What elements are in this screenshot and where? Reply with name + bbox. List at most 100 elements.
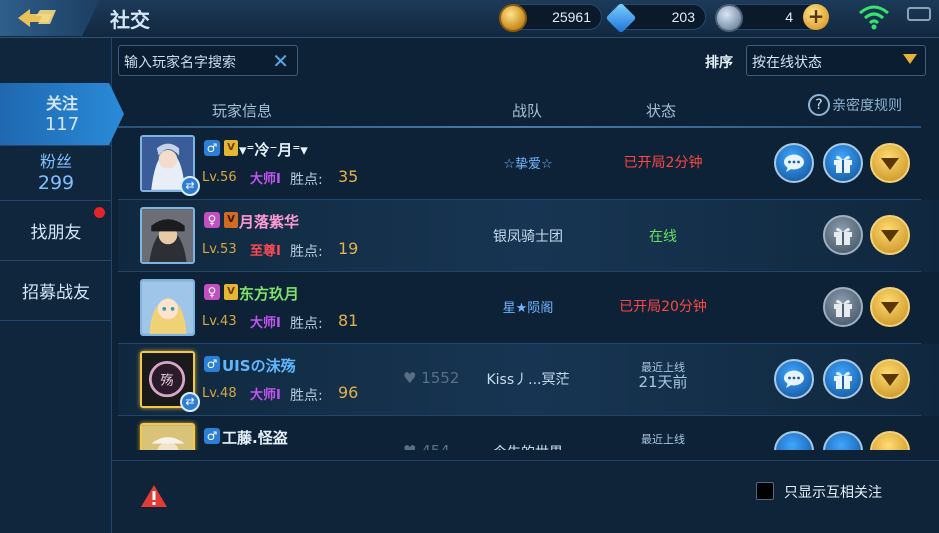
mutual-only-label: 只显示互相关注 <box>784 485 882 501</box>
player-name: ▾⁼冷⁻月⁼▾ <box>239 141 308 159</box>
player-rank: 大师I <box>250 172 281 187</box>
vip-badge-icon: V <box>224 140 238 156</box>
player-level: Lv.53 <box>202 242 237 257</box>
sidebar-item-recruit[interactable]: 招募战友 <box>0 278 112 308</box>
diamond-icon <box>605 2 637 34</box>
voucher-value: 4 <box>785 9 793 25</box>
more-options-button[interactable] <box>870 143 910 183</box>
points-label: 胜点: <box>290 316 323 332</box>
status-text: 已开局2分钟 <box>623 155 703 171</box>
sidebar-item-label: 招募战友 <box>22 283 90 303</box>
last-online-value: 21天前 <box>638 373 688 391</box>
gift-button[interactable] <box>823 431 863 450</box>
player-level: Lv.43 <box>202 314 237 329</box>
vip-badge-icon: V <box>224 212 238 228</box>
gold-counter: 25961 <box>499 4 602 32</box>
list-item[interactable]: ♂ 工藤.怪盗 ♥ 454 今生的世界 最近上线 <box>118 416 939 450</box>
back-button[interactable] <box>0 0 100 36</box>
column-header-player-info: 玩家信息 <box>212 102 273 120</box>
sort-value: 按在线状态 <box>752 55 822 71</box>
sort-dropdown[interactable]: 按在线状态 <box>746 45 926 76</box>
battery-icon <box>907 7 931 21</box>
sort-label: 排序 <box>705 55 733 71</box>
male-icon: ♂ <box>204 356 220 372</box>
gift-button[interactable] <box>823 359 863 399</box>
diamond-counter: 203 <box>605 2 706 34</box>
chat-bubble-icon <box>784 154 804 172</box>
chevron-down-icon <box>881 158 899 170</box>
chat-button[interactable] <box>774 143 814 183</box>
chat-button[interactable] <box>774 431 814 450</box>
sidebar-item-following[interactable]: 关注 117 <box>0 83 124 145</box>
friend-list: ⇄ ♂ V ▾⁼冷⁻月⁼▾ Lv.56 大师I 胜点: 35 ☆挚爱☆ 已开局2… <box>118 128 939 450</box>
sidebar-item-fans[interactable]: 粉丝 299 <box>0 148 112 198</box>
list-item[interactable]: ⇄ ♂ V ▾⁼冷⁻月⁼▾ Lv.56 大师I 胜点: 35 ☆挚爱☆ 已开局2… <box>118 128 939 200</box>
player-name: 月落紫华 <box>239 213 300 231</box>
intimacy-rules-label: 亲密度规则 <box>832 98 902 114</box>
sidebar-item-count: 117 <box>44 114 80 135</box>
sidebar-item-label: 找朋友 <box>30 223 82 243</box>
sidebar-item-label: 粉丝 <box>39 152 72 171</box>
points-value: 35 <box>338 167 359 186</box>
mutual-only-checkbox[interactable] <box>756 482 774 500</box>
divider <box>0 200 112 201</box>
swap-icon: ⇄ <box>180 392 200 412</box>
player-name: 东方玖月 <box>239 285 300 303</box>
last-online-label: 最近上线 <box>641 433 685 446</box>
clear-search-icon[interactable]: ✕ <box>272 49 289 73</box>
more-options-button[interactable] <box>870 431 910 450</box>
chat-button[interactable] <box>774 359 814 399</box>
more-options-button[interactable] <box>870 359 910 399</box>
player-rank: 大师I <box>250 388 281 403</box>
avatar[interactable] <box>140 279 195 336</box>
player-rank: 至尊I <box>250 244 281 259</box>
player-level: Lv.48 <box>202 386 237 401</box>
gold-coin-icon <box>499 4 527 32</box>
column-header-status: 状态 <box>646 102 677 120</box>
player-name: 工藤.怪盗 <box>222 429 288 447</box>
warning-icon[interactable] <box>140 483 168 509</box>
points-value: 81 <box>338 311 359 330</box>
status-text: 已开局20分钟 <box>619 299 707 315</box>
gift-icon <box>834 155 852 173</box>
list-item[interactable]: ♀ V 月落紫华 Lv.53 至尊I 胜点: 19 银凤骑士团 在线 <box>118 200 939 272</box>
points-label: 胜点: <box>290 388 323 404</box>
gift-button[interactable] <box>823 287 863 327</box>
player-rank: 大师I <box>250 316 281 331</box>
points-value: 19 <box>338 239 359 258</box>
notification-dot <box>94 207 105 218</box>
sidebar-item-find-friends[interactable]: 找朋友 <box>0 218 112 248</box>
gift-icon <box>834 227 852 245</box>
intimacy-rules-link[interactable]: ? 亲密度规则 <box>808 94 902 116</box>
chevron-down-icon <box>881 374 899 386</box>
points-value: 96 <box>338 383 359 402</box>
page-title: 社交 <box>110 8 150 32</box>
list-item[interactable]: ♀ V 东方玖月 Lv.43 大师I 胜点: 81 星★陨阁 已开局20分钟 <box>118 272 939 344</box>
list-item[interactable]: 殇 ⇄ ♂ UISの沫殇 Lv.48 大师I 胜点: 96 ♥ 1552 Kis… <box>118 344 939 416</box>
gift-button[interactable] <box>823 215 863 255</box>
female-icon: ♀ <box>204 284 220 300</box>
avatar[interactable] <box>140 207 195 264</box>
add-currency-button[interactable]: + <box>803 4 829 30</box>
chat-bubble-icon <box>784 370 804 388</box>
male-icon: ♂ <box>204 428 220 444</box>
search-input[interactable]: 输入玩家名字搜索 ✕ <box>118 45 298 76</box>
top-bar: 社交 25961 203 4 + <box>0 0 939 38</box>
more-options-button[interactable] <box>870 287 910 327</box>
gift-icon <box>834 371 852 389</box>
more-options-button[interactable] <box>870 215 910 255</box>
avatar[interactable] <box>140 423 195 450</box>
voucher-icon <box>715 4 743 32</box>
player-level: Lv.56 <box>202 170 237 185</box>
search-placeholder: 输入玩家名字搜索 <box>124 55 236 71</box>
divider <box>0 320 112 321</box>
status-text: 最近上线 21天前 <box>583 360 743 391</box>
gold-value: 25961 <box>552 9 591 25</box>
chevron-down-icon <box>881 302 899 314</box>
intimacy-heart-icon: ♥ 454 <box>403 442 450 450</box>
player-name: UISの沫殇 <box>222 357 296 375</box>
chevron-down-icon <box>903 54 917 64</box>
divider <box>0 260 112 261</box>
sidebar-item-label: 关注 <box>45 94 78 113</box>
gift-button[interactable] <box>823 143 863 183</box>
